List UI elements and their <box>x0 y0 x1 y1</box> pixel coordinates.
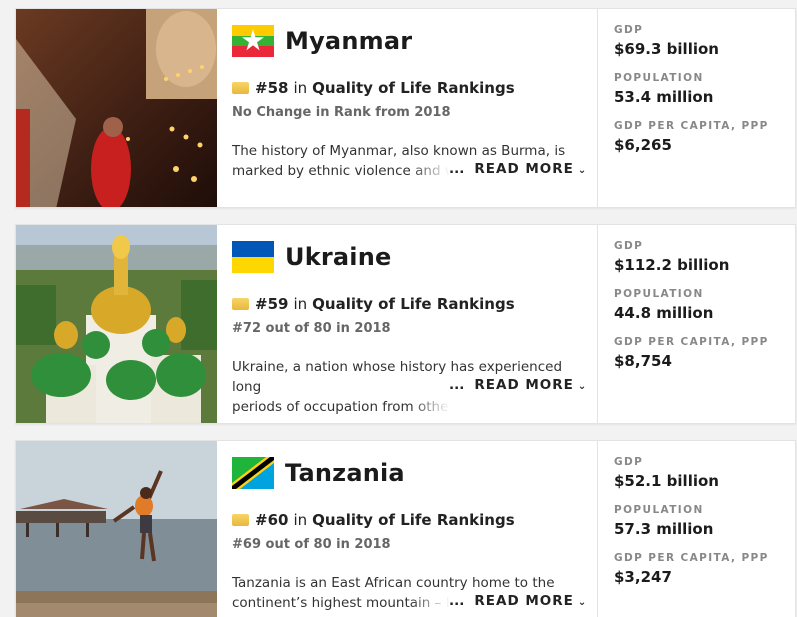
read-more-label: READ MORE <box>474 161 574 177</box>
rank-row: #60 in Quality of Life Rankings <box>232 511 515 529</box>
read-more-button[interactable]: ... READ MORE ⌄ <box>449 377 587 393</box>
cathedral-domes-photo[interactable] <box>16 225 217 423</box>
rankings-link[interactable]: Quality of Life Rankings <box>312 295 515 313</box>
rank-in-text: in <box>293 295 308 313</box>
description-line-2: marked by ethnic violence and wid <box>232 161 450 181</box>
stat-label: GDP <box>614 240 644 252</box>
stat-value: 53.4 million <box>614 88 714 106</box>
stat-value: $6,265 <box>614 136 672 154</box>
rank-change-text: No Change in Rank from 2018 <box>232 105 451 120</box>
stat-label: POPULATION <box>614 288 704 300</box>
stat-label: GDP PER CAPITA, PPP <box>614 120 769 132</box>
rank-change-text: #69 out of 80 in 2018 <box>232 537 391 552</box>
country-name[interactable]: Ukraine <box>285 243 391 271</box>
chevron-down-icon: ⌄ <box>577 597 588 608</box>
medal-icon <box>232 298 249 310</box>
country-card-myanmar[interactable]: Myanmar #58 in Quality of Life Rankings … <box>15 8 796 208</box>
country-summary: Tanzania #60 in Quality of Life Rankings… <box>217 441 597 617</box>
country-name[interactable]: Myanmar <box>285 27 412 55</box>
read-more-label: READ MORE <box>474 377 574 393</box>
rank-change-text: #72 out of 80 in 2018 <box>232 321 391 336</box>
stat-label: GDP PER CAPITA, PPP <box>614 552 769 564</box>
country-title-row: Tanzania <box>232 456 405 490</box>
stat-value: $112.2 billion <box>614 256 730 274</box>
rank-in-text: in <box>293 79 308 97</box>
country-title-row: Ukraine <box>232 240 391 274</box>
chevron-down-icon: ⌄ <box>577 381 588 392</box>
ellipsis: ... <box>449 593 465 609</box>
country-name[interactable]: Tanzania <box>285 459 405 487</box>
stat-gdp-per-capita: GDP PER CAPITA, PPP $6,265 <box>614 120 795 154</box>
stat-label: POPULATION <box>614 504 704 516</box>
stat-gdp: GDP $69.3 billion <box>614 24 795 58</box>
country-title-row: Myanmar <box>232 24 412 58</box>
ellipsis: ... <box>449 161 465 177</box>
medal-icon <box>232 514 249 526</box>
stat-value: $8,754 <box>614 352 672 370</box>
country-stats: GDP $69.3 billion POPULATION 53.4 millio… <box>597 9 795 207</box>
stat-label: GDP <box>614 456 644 468</box>
description-line-2: continent’s highest mountain – Kili <box>232 593 450 613</box>
tanzania-flag-icon <box>232 457 274 489</box>
stat-population: POPULATION 57.3 million <box>614 504 795 538</box>
rank-number: #58 <box>255 79 289 97</box>
ukraine-flag-icon <box>232 241 274 273</box>
stat-value: 44.8 million <box>614 304 714 322</box>
country-stats: GDP $52.1 billion POPULATION 57.3 millio… <box>597 441 795 617</box>
boy-jumping-into-sea-photo[interactable] <box>16 441 217 617</box>
stat-gdp-per-capita: GDP PER CAPITA, PPP $8,754 <box>614 336 795 370</box>
description-line-2: periods of occupation from other c <box>232 397 450 417</box>
stat-label: POPULATION <box>614 72 704 84</box>
read-more-label: READ MORE <box>474 593 574 609</box>
rank-row: #58 in Quality of Life Rankings <box>232 79 515 97</box>
rank-row: #59 in Quality of Life Rankings <box>232 295 515 313</box>
stat-gdp: GDP $52.1 billion <box>614 456 795 490</box>
rank-number: #59 <box>255 295 289 313</box>
description-line-1: The history of Myanmar, also known as Bu… <box>232 143 566 159</box>
stat-gdp-per-capita: GDP PER CAPITA, PPP $3,247 <box>614 552 795 586</box>
stat-population: POPULATION 53.4 million <box>614 72 795 106</box>
country-card-ukraine[interactable]: Ukraine #59 in Quality of Life Rankings … <box>15 224 796 424</box>
stat-value: $52.1 billion <box>614 472 719 490</box>
medal-icon <box>232 82 249 94</box>
country-stats: GDP $112.2 billion POPULATION 44.8 milli… <box>597 225 795 423</box>
monk-with-candles-photo[interactable] <box>16 9 217 207</box>
stat-label: GDP PER CAPITA, PPP <box>614 336 769 348</box>
myanmar-flag-icon <box>232 25 274 57</box>
rankings-link[interactable]: Quality of Life Rankings <box>312 79 515 97</box>
description-line-1: Tanzania is an East African country home… <box>232 575 555 591</box>
read-more-button[interactable]: ... READ MORE ⌄ <box>449 161 587 177</box>
read-more-button[interactable]: ... READ MORE ⌄ <box>449 593 587 609</box>
stat-value: $69.3 billion <box>614 40 719 58</box>
country-ranking-list: Myanmar #58 in Quality of Life Rankings … <box>0 0 797 617</box>
country-card-tanzania[interactable]: Tanzania #60 in Quality of Life Rankings… <box>15 440 796 617</box>
country-summary: Ukraine #59 in Quality of Life Rankings … <box>217 225 597 423</box>
rank-in-text: in <box>293 511 308 529</box>
chevron-down-icon: ⌄ <box>577 165 588 176</box>
stat-gdp: GDP $112.2 billion <box>614 240 795 274</box>
stat-label: GDP <box>614 24 644 36</box>
rank-number: #60 <box>255 511 289 529</box>
ellipsis: ... <box>449 377 465 393</box>
stat-value: $3,247 <box>614 568 672 586</box>
rankings-link[interactable]: Quality of Life Rankings <box>312 511 515 529</box>
country-summary: Myanmar #58 in Quality of Life Rankings … <box>217 9 597 207</box>
stat-population: POPULATION 44.8 million <box>614 288 795 322</box>
stat-value: 57.3 million <box>614 520 714 538</box>
